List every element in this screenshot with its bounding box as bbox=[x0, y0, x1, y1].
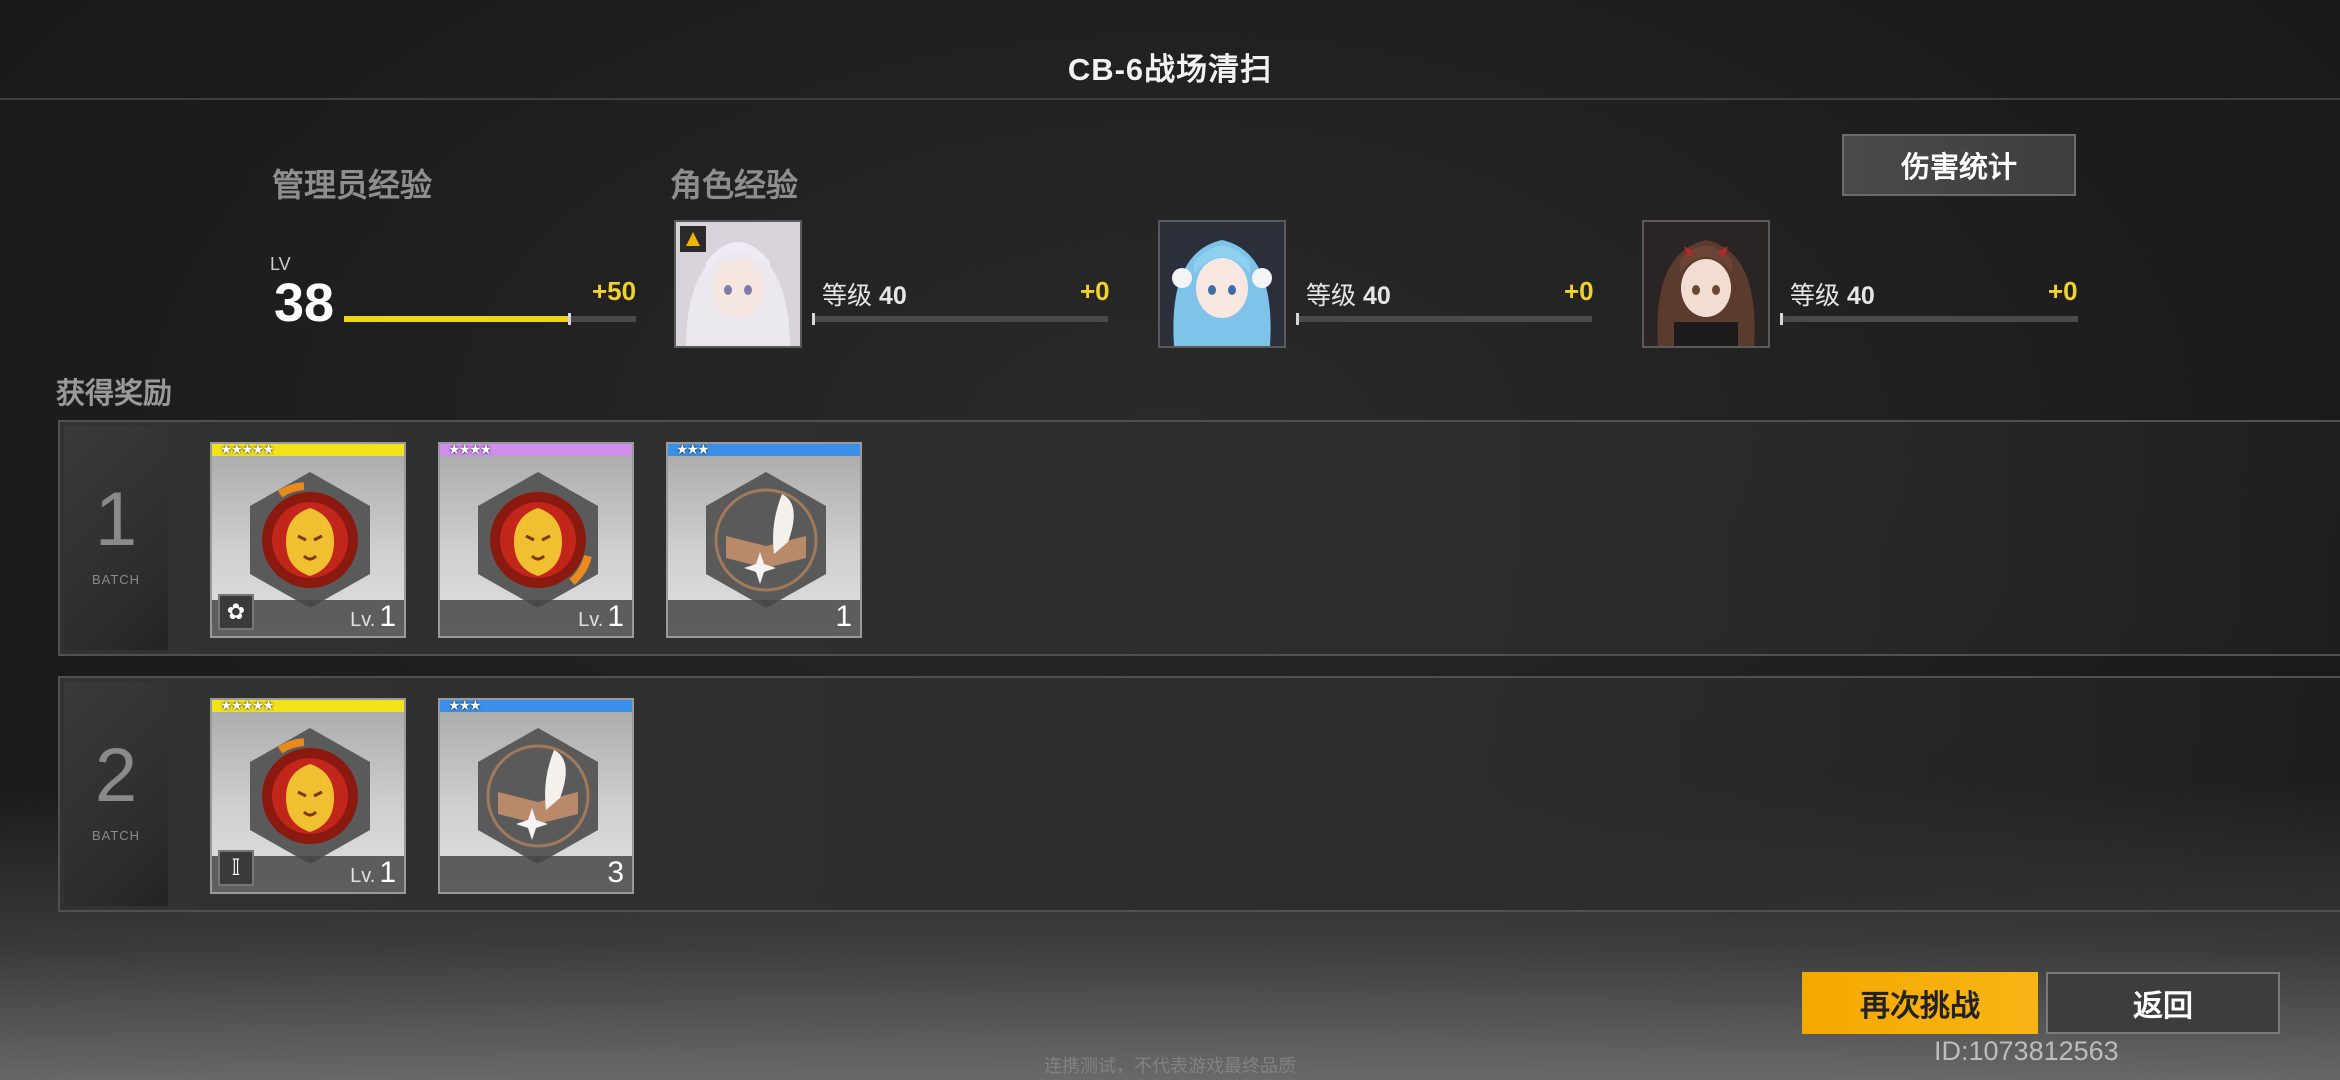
item-footer: Lv. 1 bbox=[440, 600, 632, 636]
batch-number: 1 bbox=[94, 477, 138, 562]
batch-index-1: 1 BATCH bbox=[64, 426, 168, 650]
test-disclaimer: 连携测试，不代表游戏最终品质 bbox=[1044, 1056, 1296, 1076]
batch-row-1: 1 BATCH ★★★★★ Lv. 1 ✿ ★★★★ Lv. 1 ★★★ 1 bbox=[58, 420, 2340, 656]
admin-level: 38 bbox=[274, 273, 335, 333]
retry-button[interactable]: 再次挑战 bbox=[1802, 972, 2038, 1034]
back-button[interactable]: 返回 bbox=[2046, 972, 2280, 1034]
reward-item-lion-chip[interactable]: ★★★★★ Lv. 1 ✿ bbox=[210, 442, 406, 638]
character-3-gain: +0 bbox=[2048, 276, 2078, 306]
character-1-level: 等级 40 bbox=[822, 282, 907, 310]
batch-word: BATCH bbox=[91, 572, 141, 587]
item-level: Lv. 1 bbox=[578, 600, 624, 633]
character-2-exp-tick bbox=[1296, 313, 1299, 325]
feather-book-icon bbox=[478, 728, 598, 864]
character-1-exp-tick bbox=[812, 313, 815, 325]
title-divider bbox=[0, 98, 2340, 100]
character-1-exp-bar bbox=[812, 313, 1108, 325]
admin-exp-bar-tick bbox=[567, 313, 571, 325]
admin-exp-gain: +50 bbox=[592, 276, 637, 306]
feather-book-icon bbox=[706, 472, 826, 608]
reward-item-feather-book[interactable]: ★★★ 3 bbox=[438, 698, 634, 894]
page-title: CB-6战场清扫 bbox=[1067, 52, 1273, 87]
lion-chip-icon bbox=[250, 728, 370, 864]
damage-stats-button[interactable]: 伤害统计 bbox=[1842, 134, 2076, 196]
rewards-label: 获得奖励 bbox=[56, 378, 173, 410]
item-count: 1 bbox=[835, 600, 852, 633]
item-footer: 1 bbox=[668, 600, 860, 636]
character-3-exp-bar bbox=[1780, 313, 2078, 325]
lion-chip-icon bbox=[478, 472, 598, 608]
rarity-stars: ★★★★★ bbox=[220, 698, 275, 713]
batch-number: 2 bbox=[94, 733, 138, 818]
item-count: 3 bbox=[607, 856, 624, 889]
admin-exp-label: 管理员经验 bbox=[272, 167, 433, 203]
batch-index-2: 2 BATCH bbox=[64, 682, 168, 906]
flower-badge-icon: ✿ bbox=[218, 594, 254, 630]
batch-word: BATCH bbox=[91, 828, 141, 843]
item-level: Lv. 1 bbox=[350, 600, 396, 633]
character-avatar-3 bbox=[1642, 220, 1770, 348]
admin-exp-bar-fill bbox=[344, 316, 569, 322]
character-1-gain: +0 bbox=[1080, 276, 1110, 306]
character-3-level: 等级 40 bbox=[1790, 282, 1875, 310]
item-level: Lv. 1 bbox=[350, 856, 396, 889]
batch-row-2: 2 BATCH ★★★★★ Lv. 1 𝕀 ★★★ 3 bbox=[58, 676, 2340, 912]
character-avatar-2 bbox=[1158, 220, 1286, 348]
rarity-stars: ★★★★★ bbox=[220, 442, 275, 457]
admin-exp-bar bbox=[344, 313, 636, 325]
lion-chip-icon bbox=[250, 472, 370, 608]
rarity-stars: ★★★ bbox=[676, 442, 710, 457]
character-2-level: 等级 40 bbox=[1306, 282, 1391, 310]
reward-item-feather-book[interactable]: ★★★ 1 bbox=[666, 442, 862, 638]
character-avatar-1 bbox=[674, 220, 802, 348]
reward-item-lion-chip[interactable]: ★★★★ Lv. 1 bbox=[438, 442, 634, 638]
char-exp-label: 角色经验 bbox=[670, 167, 799, 203]
rarity-stars: ★★★ bbox=[448, 698, 482, 713]
character-3-exp-tick bbox=[1780, 313, 1783, 325]
reward-item-lion-chip[interactable]: ★★★★★ Lv. 1 𝕀 bbox=[210, 698, 406, 894]
character-2-gain: +0 bbox=[1564, 276, 1594, 306]
character-2-exp-bar bbox=[1296, 313, 1592, 325]
item-footer: 3 bbox=[440, 856, 632, 892]
tool-badge-icon: 𝕀 bbox=[218, 850, 254, 886]
rarity-stars: ★★★★ bbox=[448, 442, 492, 457]
